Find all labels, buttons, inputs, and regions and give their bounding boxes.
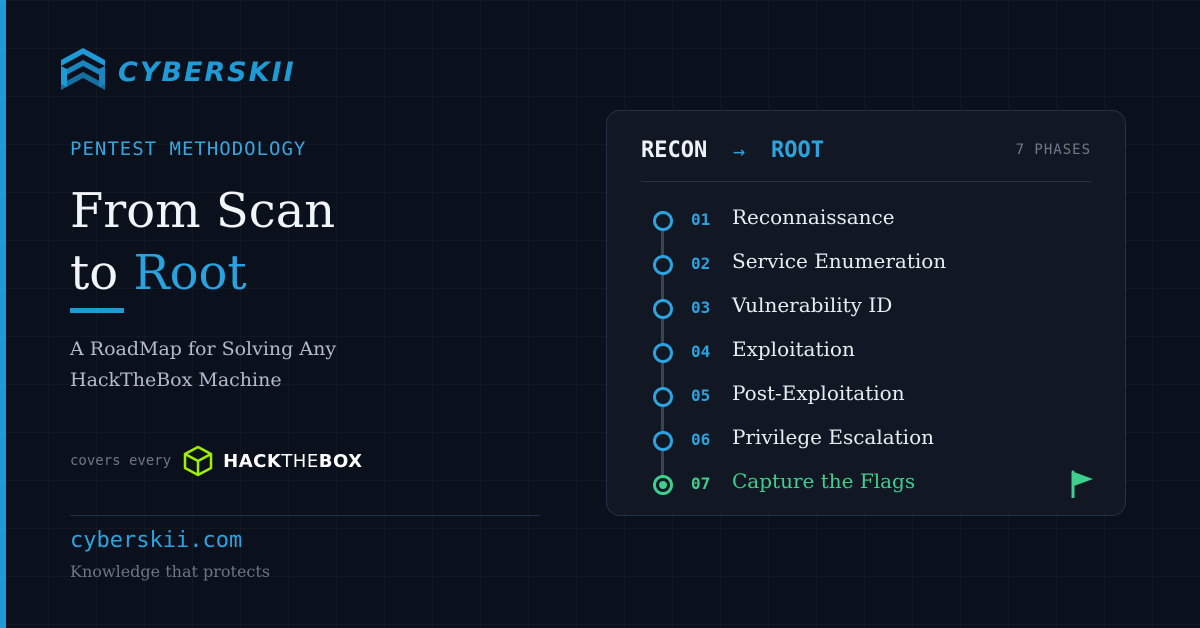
timeline-dot-icon	[653, 255, 673, 275]
arrow-right-icon: →	[733, 139, 746, 163]
phase-name: Post-Exploitation	[732, 381, 905, 405]
phase-item[interactable]: 01 Reconnaissance	[607, 197, 1125, 241]
roadmap-to: ROOT	[771, 138, 824, 163]
phase-name: Reconnaissance	[732, 205, 895, 229]
htb-word-box: BOX	[318, 450, 363, 472]
headline-line2-prefix: to	[70, 245, 119, 301]
timeline-dot-icon	[653, 343, 673, 363]
brand-name: CYBERSKII	[118, 56, 296, 88]
cyberskii-logo-icon	[61, 48, 105, 90]
phase-name: Service Enumeration	[732, 249, 947, 273]
coverage-label: covers every	[70, 453, 172, 469]
headline: From Scan to Root	[70, 180, 335, 304]
site-url-link[interactable]: cyberskii.com	[70, 528, 242, 553]
timeline-dot-icon	[653, 431, 673, 451]
tagline: A RoadMap for Solving Any HackTheBox Mac…	[70, 334, 490, 396]
timeline-dot-icon	[653, 387, 673, 407]
footer-divider	[70, 515, 540, 516]
roadmap-header: RECON → ROOT 7 PHASES	[641, 138, 1091, 168]
timeline-dot-icon	[653, 211, 673, 231]
headline-highlight: Root	[133, 245, 247, 301]
eyebrow-label: PENTEST METHODOLOGY	[70, 138, 307, 160]
phase-item[interactable]: 05 Post-Exploitation	[607, 373, 1125, 417]
phase-number: 06	[691, 430, 711, 449]
phase-number: 07	[691, 474, 711, 493]
phase-item[interactable]: 04 Exploitation	[607, 329, 1125, 373]
roadmap-from: RECON	[641, 138, 708, 163]
phase-name: Capture the Flags	[732, 469, 916, 493]
phase-item-final[interactable]: 07 Capture the Flags	[607, 461, 1125, 505]
cube-icon	[183, 445, 213, 477]
card-divider	[641, 181, 1091, 182]
phase-number: 02	[691, 254, 711, 273]
phase-number: 05	[691, 386, 711, 405]
phase-item[interactable]: 02 Service Enumeration	[607, 241, 1125, 285]
tagline-line2: HackTheBox Machine	[70, 369, 282, 391]
timeline-dot-icon	[653, 299, 673, 319]
phase-count: 7 PHASES	[1015, 142, 1091, 158]
phase-item[interactable]: 03 Vulnerability ID	[607, 285, 1125, 329]
phase-name: Vulnerability ID	[732, 293, 893, 317]
phase-name: Exploitation	[732, 337, 855, 361]
phase-number: 04	[691, 342, 711, 361]
phase-name: Privilege Escalation	[732, 425, 935, 449]
phase-number: 03	[691, 298, 711, 317]
left-accent-bar	[0, 0, 6, 628]
roadmap-card: RECON → ROOT 7 PHASES 01 Reconnaissance …	[606, 110, 1126, 516]
flag-icon	[1071, 470, 1093, 498]
htb-word-the: THE	[281, 450, 319, 472]
site-motto: Knowledge that protects	[70, 562, 271, 581]
htb-word-hack: HACK	[223, 450, 282, 472]
brand[interactable]: CYBERSKII	[58, 46, 296, 98]
timeline-dot-complete-icon	[653, 475, 673, 495]
phase-item[interactable]: 06 Privilege Escalation	[607, 417, 1125, 461]
coverage-row: covers every HACKTHEBOX	[70, 444, 362, 478]
hackthebox-logo[interactable]: HACKTHEBOX	[223, 451, 362, 472]
phase-number: 01	[691, 210, 711, 229]
tagline-line1: A RoadMap for Solving Any	[70, 338, 337, 360]
headline-line1: From Scan	[70, 183, 336, 239]
headline-underline	[70, 308, 124, 313]
